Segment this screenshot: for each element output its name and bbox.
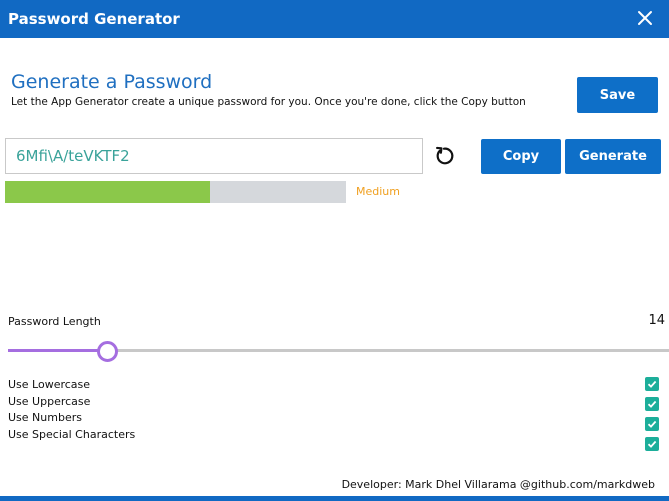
uppercase-checkbox[interactable] — [645, 397, 659, 411]
page-title: Generate a Password — [11, 71, 213, 93]
length-slider-thumb[interactable] — [97, 341, 119, 362]
window-title: Password Generator — [8, 10, 180, 28]
strength-label: Medium — [356, 185, 400, 198]
developer-credit: Developer: Mark Dhel Villarama @github.c… — [341, 478, 655, 491]
option-uppercase-label: Use Uppercase — [8, 395, 91, 408]
generate-button[interactable]: Generate — [565, 139, 661, 174]
special-characters-checkbox[interactable] — [645, 437, 659, 451]
password-field[interactable] — [5, 138, 423, 174]
password-length-value: 14 — [648, 313, 665, 328]
close-icon[interactable] — [633, 6, 657, 30]
refresh-icon[interactable] — [433, 145, 455, 167]
option-special-label: Use Special Characters — [8, 428, 136, 441]
option-lowercase-label: Use Lowercase — [8, 378, 91, 391]
password-length-label: Password Length — [8, 315, 101, 328]
option-numbers-label: Use Numbers — [8, 411, 82, 424]
save-button[interactable]: Save — [577, 77, 658, 113]
copy-button[interactable]: Copy — [481, 139, 561, 174]
bottom-bar — [0, 496, 669, 501]
strength-meter-fill — [5, 181, 210, 203]
page-subtitle: Let the App Generator create a unique pa… — [11, 96, 526, 108]
strength-meter — [5, 181, 346, 203]
lowercase-checkbox[interactable] — [645, 377, 659, 391]
length-slider-fill — [8, 349, 108, 352]
numbers-checkbox[interactable] — [645, 417, 659, 431]
title-bar: Password Generator — [0, 0, 669, 38]
